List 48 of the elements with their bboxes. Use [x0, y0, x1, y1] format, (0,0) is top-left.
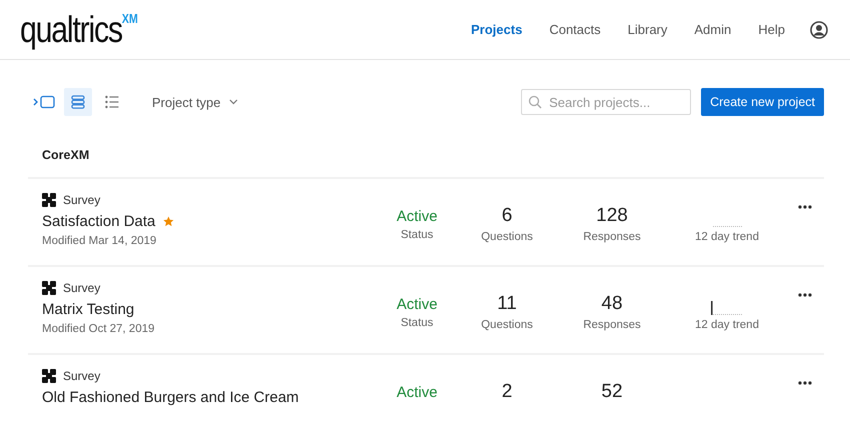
metric-label: Questions: [481, 231, 533, 243]
metric-label: Status: [400, 317, 434, 329]
status-text: Active: [396, 295, 438, 313]
metric-label: Status: [400, 229, 434, 241]
list-view-icon: [105, 95, 119, 109]
metric-label: Responses: [583, 231, 641, 243]
project-type: Survey: [63, 281, 100, 295]
nav-link[interactable]: Admin: [694, 22, 732, 37]
more-dots-icon: [798, 293, 812, 297]
nav-link[interactable]: Projects: [471, 22, 522, 37]
survey-icon: [42, 281, 56, 295]
response-count: 48: [601, 293, 623, 315]
card-view-icon: [71, 95, 85, 109]
search-icon: [528, 95, 542, 109]
project-type: Survey: [63, 369, 100, 383]
project-name[interactable]: Matrix Testing: [42, 301, 134, 318]
nav-link[interactable]: Help: [758, 22, 785, 37]
project-name[interactable]: Satisfaction Data: [42, 213, 156, 230]
create-project-button[interactable]: Create new project: [701, 88, 824, 116]
metric-label: 12 day trend: [695, 231, 759, 243]
modified-date: Modified Mar 14, 2019: [42, 235, 158, 247]
project-type-dropdown[interactable]: Project type: [152, 94, 238, 110]
survey-icon: [42, 193, 56, 207]
project-name[interactable]: Old Fashioned Burgers and Ice Cream: [42, 389, 299, 406]
chevron-down-icon: [228, 99, 238, 105]
response-count: 128: [596, 205, 628, 227]
modified-date: Modified Oct 27, 2019: [42, 323, 156, 335]
question-count: 11: [497, 293, 517, 315]
more-dots-icon: [798, 381, 812, 385]
metric-label: Responses: [583, 319, 641, 331]
star-icon[interactable]: [163, 216, 174, 227]
question-count: 2: [502, 381, 512, 403]
nav-link[interactable]: Contacts: [549, 22, 601, 37]
folder-icon: [33, 95, 55, 109]
nav-link[interactable]: Library: [628, 22, 668, 37]
survey-icon: [42, 369, 56, 383]
cards-view-button[interactable]: [64, 88, 92, 116]
status-text: Active: [396, 383, 438, 401]
search-field[interactable]: Search projects...: [521, 89, 692, 115]
more-dots-icon: [798, 205, 812, 209]
section-title: CoreXM: [28, 144, 824, 179]
status-text: Active: [396, 207, 438, 225]
metric-label: 12 day trend: [695, 319, 759, 331]
metric-label: Questions: [481, 319, 533, 331]
question-count: 6: [502, 205, 512, 227]
response-count: 52: [601, 381, 623, 403]
project-type: Survey: [63, 193, 100, 207]
user-account-icon[interactable]: [810, 20, 828, 38]
